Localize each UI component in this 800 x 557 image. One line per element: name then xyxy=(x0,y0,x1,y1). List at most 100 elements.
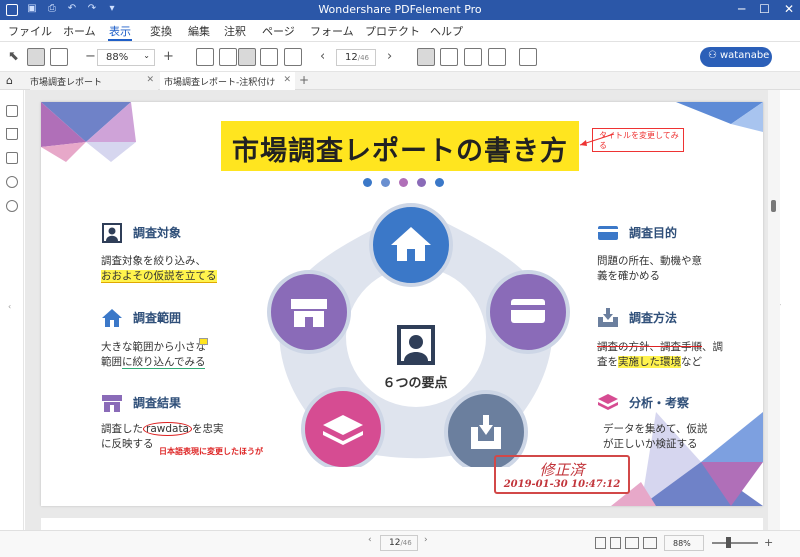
zoom-in-icon[interactable]: + xyxy=(163,49,174,64)
actual-size-icon[interactable] xyxy=(284,48,302,66)
tab-label: 市場調査レポート xyxy=(30,78,103,88)
continuous-view-icon[interactable] xyxy=(610,537,621,549)
layers-icon xyxy=(598,394,618,410)
menu-help[interactable]: ヘルプ xyxy=(430,23,463,39)
layout-options-icon[interactable] xyxy=(519,48,537,66)
rotate-icon[interactable] xyxy=(219,48,237,66)
single-page-view-icon[interactable] xyxy=(595,537,606,549)
menu-form[interactable]: フォーム xyxy=(310,23,354,39)
next-page-icon[interactable]: › xyxy=(424,535,428,545)
section-desc-purpose: 問題の所在、動機や意 義を確かめる xyxy=(597,254,702,284)
close-tab-icon[interactable]: ✕ xyxy=(283,75,291,85)
continuous-view-icon[interactable] xyxy=(440,48,458,66)
circled-text[interactable]: rawdata xyxy=(143,422,192,436)
tab-market-report[interactable]: 市場調査レポート ✕ xyxy=(30,72,158,90)
menu-home[interactable]: ホーム xyxy=(63,23,96,39)
menu-protect[interactable]: プロテクト xyxy=(365,23,420,39)
zoom-out-icon[interactable]: − xyxy=(85,49,96,64)
store-icon xyxy=(102,395,122,412)
menu-file[interactable]: ファイル xyxy=(8,23,52,39)
desc-line: 義を確かめる xyxy=(597,270,660,282)
title-annotation-note[interactable]: タイトルを変更してみる xyxy=(592,128,684,152)
page-dots xyxy=(363,178,444,187)
vertical-scrollbar[interactable] xyxy=(768,90,780,530)
prev-page-icon[interactable]: ‹ xyxy=(368,535,372,545)
bookmark-icon[interactable] xyxy=(6,128,18,140)
next-page-icon[interactable]: › xyxy=(387,49,392,64)
new-tab-icon[interactable]: + xyxy=(299,73,309,87)
comment-icon[interactable] xyxy=(6,152,18,164)
stamp-name: 修正済 xyxy=(539,461,585,479)
menu-view[interactable]: 表示 xyxy=(109,23,131,39)
menu-page[interactable]: ページ xyxy=(262,23,295,39)
tab-label: 市場調査レポート-注釈付け xyxy=(164,78,276,88)
stamp-datetime: 2019-01-30 10:47:12 xyxy=(503,479,621,490)
home-icon[interactable]: ⌂ xyxy=(6,74,13,87)
dot xyxy=(381,178,390,187)
zoom-select[interactable]: 88% ⌄ xyxy=(97,49,155,66)
document-title: 市場調査レポートの書き方 xyxy=(232,136,568,167)
attachment-icon[interactable] xyxy=(6,176,18,188)
single-page-view-icon[interactable] xyxy=(417,48,435,66)
hand-tool-icon[interactable] xyxy=(27,48,45,66)
zoom-slider-handle[interactable] xyxy=(726,537,731,548)
desc-line: 調査対象を絞り込み、 xyxy=(101,255,206,267)
two-page-view-icon[interactable] xyxy=(625,537,639,549)
window-title: Wondershare PDFelement Pro xyxy=(318,3,482,16)
zoom-in-icon[interactable]: + xyxy=(764,536,773,549)
close-tab-icon[interactable]: ✕ xyxy=(146,75,154,85)
user-icon: ⚇ xyxy=(708,50,717,61)
desc-line: 大きな範囲から小さな xyxy=(101,341,206,353)
edit-tool-icon[interactable] xyxy=(50,48,68,66)
highlighted-text[interactable]: 実施した環境 xyxy=(618,356,681,368)
result-annotation-note[interactable]: 日本語表現に変更したほうが xyxy=(159,446,263,457)
page-total: /46 xyxy=(357,54,369,62)
underlined-text[interactable]: に絞り込んでみる xyxy=(122,356,206,369)
close-button[interactable]: ✕ xyxy=(784,2,794,16)
collapse-sidebar-icon[interactable]: ‹ xyxy=(8,302,11,311)
tab-market-report-annotated[interactable]: 市場調査レポート-注釈付け ✕ xyxy=(160,72,295,90)
select-tool-icon[interactable]: ⬉ xyxy=(8,49,19,64)
revised-stamp[interactable]: 修正済 2019-01-30 10:47:12 xyxy=(494,455,630,494)
status-page-input[interactable]: 12/46 xyxy=(380,535,418,551)
zoom-slider[interactable] xyxy=(712,542,758,544)
desc-line: 問題の所在、動機や意 xyxy=(597,255,702,267)
page-number-input[interactable]: 12/46 xyxy=(336,49,376,66)
active-menu-indicator xyxy=(108,39,132,41)
maximize-button[interactable]: ☐ xyxy=(759,2,770,16)
strikethrough-text[interactable]: 調査手順 xyxy=(660,341,702,353)
scrollbar-thumb[interactable] xyxy=(771,200,776,212)
status-page-current: 12 xyxy=(389,538,401,548)
user-account-button[interactable]: ⚇ watanabe xyxy=(700,47,772,67)
minimize-button[interactable]: ─ xyxy=(738,2,745,16)
section-desc-range: 大きな範囲から小さな 範囲に絞り込んでみる xyxy=(101,340,206,370)
fit-visible-icon[interactable] xyxy=(238,48,256,66)
fit-page-icon[interactable] xyxy=(196,48,214,66)
fit-width-icon[interactable] xyxy=(260,48,278,66)
inbox-icon xyxy=(598,308,618,327)
title-banner: 市場調査レポートの書き方 xyxy=(221,121,579,171)
document-viewer[interactable]: › 市場調査レポートの書き方 タイトルを変更してみる xyxy=(25,90,781,532)
sticky-note-icon[interactable] xyxy=(199,338,208,345)
menu-convert[interactable]: 変換 xyxy=(150,23,172,39)
search-icon[interactable] xyxy=(6,200,18,212)
menu-edit[interactable]: 編集 xyxy=(188,23,210,39)
center-label: ６つの要点 xyxy=(382,376,448,391)
view-toolbar: ⬉ − 88% ⌄ + ‹ 12/46 › ⚇ watanabe xyxy=(0,42,800,72)
user-name: watanabe xyxy=(720,50,770,61)
prev-page-icon[interactable]: ‹ xyxy=(320,49,325,64)
two-page-view-icon[interactable] xyxy=(464,48,482,66)
highlighted-text[interactable]: おおよその仮説を立てる xyxy=(101,270,217,283)
thumbnails-icon[interactable] xyxy=(6,105,18,117)
window-controls: ─ ☐ ✕ xyxy=(738,2,794,16)
menu-annotate[interactable]: 注釈 xyxy=(224,23,246,39)
two-page-continuous-icon[interactable] xyxy=(488,48,506,66)
status-zoom-value[interactable]: 88% xyxy=(664,535,704,551)
section-title-purpose: 調査目的 xyxy=(629,226,678,240)
dot xyxy=(399,178,408,187)
page-current: 12 xyxy=(345,52,358,63)
strikethrough-text[interactable]: 調査の方針、 xyxy=(597,341,660,353)
home-icon xyxy=(102,309,122,327)
two-page-continuous-icon[interactable] xyxy=(643,537,657,549)
section-title-target: 調査対象 xyxy=(133,226,182,240)
